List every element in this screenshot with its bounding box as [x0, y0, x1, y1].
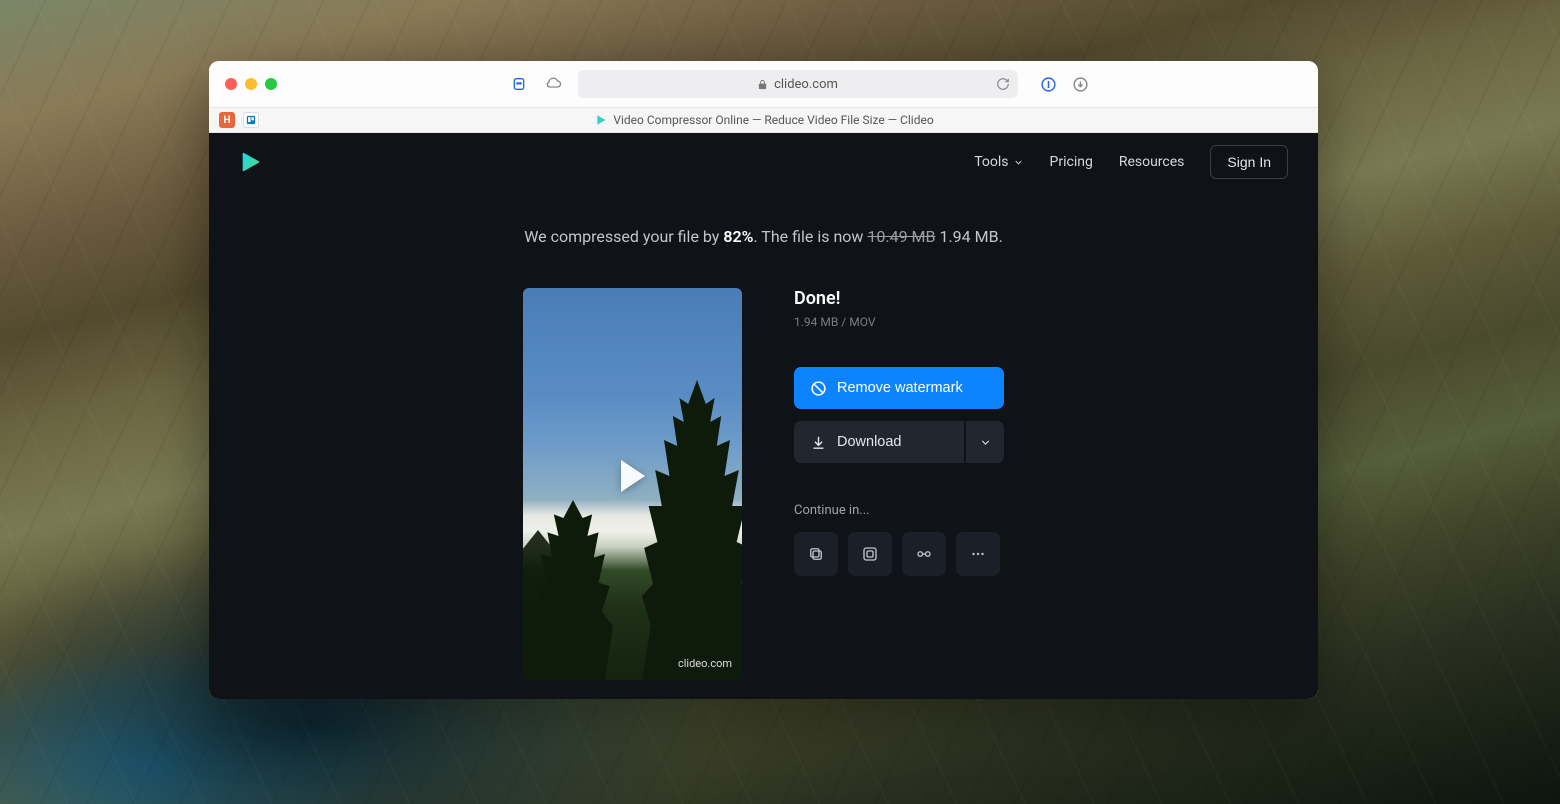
onepassword-icon[interactable] — [1040, 75, 1058, 93]
nav-pricing[interactable]: Pricing — [1050, 154, 1093, 170]
browser-window: clideo.com H Video Compressor Online — R… — [209, 61, 1318, 699]
address-bar[interactable]: clideo.com — [578, 70, 1018, 98]
result-content: clideo.com Done! 1.94 MB / MOV Remove wa… — [209, 288, 1318, 680]
clideo-favicon-icon — [593, 113, 607, 127]
summary-old-size: 10.49 MB — [867, 227, 935, 246]
close-window-button[interactable] — [225, 78, 237, 90]
download-dropdown-button[interactable] — [966, 421, 1004, 463]
result-title: Done! — [794, 288, 1004, 309]
continue-more-button[interactable] — [956, 532, 1000, 576]
remove-watermark-label: Remove watermark — [837, 380, 963, 396]
continue-frame-button[interactable] — [848, 532, 892, 576]
summary-suffix: . — [999, 227, 1003, 246]
browser-titlebar: clideo.com — [209, 61, 1318, 107]
remove-watermark-button[interactable]: Remove watermark — [794, 367, 1004, 409]
tree-decoration — [533, 500, 613, 680]
download-label: Download — [837, 434, 902, 450]
copy-icon — [807, 545, 825, 563]
result-panel: Done! 1.94 MB / MOV Remove watermark Dow… — [794, 288, 1004, 680]
clideo-logo-icon[interactable] — [239, 151, 261, 173]
result-sep: / — [838, 315, 849, 329]
cloud-icon[interactable] — [544, 75, 562, 93]
tree-decoration — [642, 380, 742, 680]
play-icon — [621, 460, 645, 492]
video-preview[interactable]: clideo.com — [523, 288, 742, 680]
watermark-label: clideo.com — [678, 657, 732, 670]
tab-title: Video Compressor Online — Reduce Video F… — [613, 113, 933, 127]
chevron-down-icon — [1013, 157, 1024, 168]
download-icon — [810, 434, 827, 451]
window-controls — [225, 78, 277, 90]
maximize-window-button[interactable] — [265, 78, 277, 90]
browser-tabbar: H Video Compressor Online — Reduce Video… — [209, 107, 1318, 133]
summary-middle: . The file is now — [753, 227, 867, 246]
active-tab[interactable]: Video Compressor Online — Reduce Video F… — [593, 113, 933, 127]
reload-icon[interactable] — [996, 77, 1010, 91]
summary-prefix: We compressed your file by — [524, 227, 723, 246]
frame-icon — [861, 545, 879, 563]
minimize-window-button[interactable] — [245, 78, 257, 90]
privacy-extension-icon[interactable] — [510, 75, 528, 93]
result-meta: 1.94 MB / MOV — [794, 315, 1004, 329]
continue-link-button[interactable] — [902, 532, 946, 576]
chevron-down-icon — [979, 436, 992, 449]
no-symbol-icon — [810, 380, 827, 397]
nav-tools[interactable]: Tools — [974, 154, 1023, 170]
continue-actions — [794, 532, 1004, 576]
summary-percent: 82% — [723, 227, 753, 246]
page-content: Tools Pricing Resources Sign In We compr… — [209, 133, 1318, 699]
link-icon — [915, 545, 933, 563]
download-button[interactable]: Download — [794, 421, 964, 463]
download-button-group: Download — [794, 421, 1004, 463]
result-format: MOV — [849, 315, 875, 329]
continue-label: Continue in... — [794, 503, 1004, 518]
continue-copy-button[interactable] — [794, 532, 838, 576]
downloads-icon[interactable] — [1072, 75, 1090, 93]
pinned-tab-hacker[interactable]: H — [219, 112, 235, 128]
pinned-tab-trello[interactable] — [243, 112, 259, 128]
lock-icon — [757, 79, 768, 90]
site-header: Tools Pricing Resources Sign In — [209, 133, 1318, 191]
url-text: clideo.com — [774, 77, 838, 92]
nav-resources[interactable]: Resources — [1119, 154, 1185, 170]
compression-summary: We compressed your file by 82%. The file… — [209, 227, 1318, 246]
site-nav: Tools Pricing Resources Sign In — [974, 145, 1288, 179]
more-icon — [969, 545, 987, 563]
result-size: 1.94 MB — [794, 315, 838, 329]
nav-tools-label: Tools — [974, 154, 1008, 170]
signin-button[interactable]: Sign In — [1210, 145, 1288, 179]
summary-new-size: 1.94 MB — [939, 227, 998, 246]
